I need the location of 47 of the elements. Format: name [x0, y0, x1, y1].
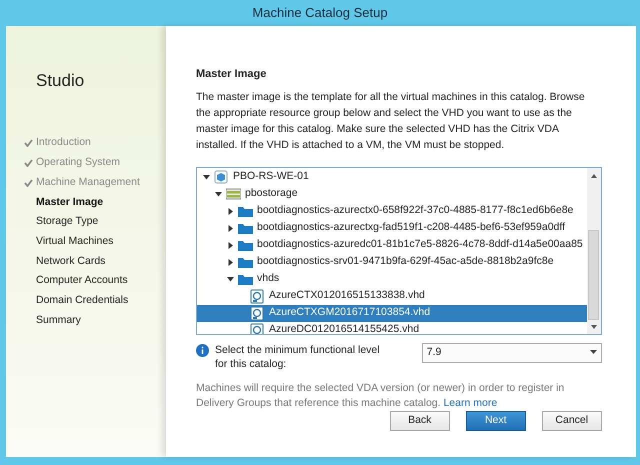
- tree-item[interactable]: bootdiagnostics-azurectx0-658f922f-37c0-4885-8177-f8c1ed6b6e8e: [197, 202, 587, 220]
- section-heading: Master Image: [196, 67, 268, 82]
- expand-arrow-icon[interactable]: [227, 208, 234, 214]
- primary-button[interactable]: Next: [466, 410, 526, 430]
- level-label: Select the minimum functional level for this catalog:: [215, 342, 381, 370]
- expand-arrow-icon[interactable]: [227, 224, 234, 232]
- scrollbar[interactable]: [586, 168, 601, 334]
- tree-item[interactable]: pbostorage: [197, 186, 587, 202]
- collapse-arrow-icon[interactable]: [203, 174, 210, 180]
- tree-item[interactable]: bootdiagnostics-azuredc01-81b1c7e5-8826-4c78-8ddf-d14a5e00aa85: [197, 236, 587, 254]
- note-text: Machines will require the selected VDA version (or newer) in order to register in Delivery Groups that reference this machine catalog. Learn more: [196, 380, 566, 410]
- tree-item[interactable]: AzureDC012016514155425.vhd: [197, 322, 587, 334]
- checkmark-icon: [24, 178, 33, 187]
- collapse-arrow-icon[interactable]: [215, 190, 222, 198]
- wizard-step[interactable]: Network Cards: [36, 252, 166, 272]
- scroll-down-icon[interactable]: [590, 322, 598, 330]
- tree-item[interactable]: PBO-RS-WE-01: [197, 168, 587, 186]
- scroll-thumb[interactable]: [588, 230, 600, 320]
- wizard-step[interactable]: Domain Credentials: [36, 291, 166, 311]
- learn-more-link[interactable]: Learn more: [443, 396, 498, 408]
- wizard-step[interactable]: Summary: [36, 310, 166, 330]
- caret-icon: [590, 350, 597, 355]
- expand-arrow-icon[interactable]: [227, 242, 234, 248]
- storage-icon: [226, 186, 241, 202]
- level-dropdown[interactable]: 7.9: [422, 342, 602, 362]
- expand-arrow-icon[interactable]: [227, 258, 234, 266]
- wizard-step[interactable]: Master Image: [36, 192, 166, 212]
- tree-item[interactable]: AzureCTXGM2016717103854.vhd: [197, 304, 587, 322]
- checkmark-icon: [24, 159, 33, 168]
- info-icon: [196, 344, 209, 356]
- collapse-arrow-icon[interactable]: [227, 276, 234, 282]
- secondary-button[interactable]: Back: [390, 410, 450, 430]
- tree-item[interactable]: AzureCTX012016515133838.vhd: [197, 288, 587, 304]
- wizard-step[interactable]: Storage Type: [36, 212, 166, 232]
- window-title: Machine Catalog Setup: [251, 4, 389, 22]
- secondary-button[interactable]: Cancel: [542, 410, 602, 430]
- description-text: The master image is the template for all the virtual machines in this catalog. Browse the appropriate resource group below and select the VHD you want to use as the master image for this catalog. Make sure the selected VHD has the Citrix VDA installed. If the VHD is attached to a VM, the VM must be stopped.: [196, 90, 586, 152]
- tree-item[interactable]: bootdiagnostics-azurectxg-fad519f1-c208-4485-bef6-53ef959a0dff: [197, 220, 587, 236]
- checkmark-icon: [24, 139, 33, 148]
- tree-item[interactable]: bootdiagnostics-srv01-9471b9fa-629f-45ac-a5de-8818b2a9fc8e: [197, 254, 587, 270]
- scroll-up-icon[interactable]: [590, 172, 598, 180]
- wizard-step[interactable]: Computer Accounts: [36, 271, 166, 291]
- wizard-step[interactable]: Virtual Machines: [36, 232, 166, 252]
- tree-item[interactable]: vhds: [197, 270, 587, 288]
- sidebar-title: Studio: [36, 70, 86, 92]
- cube-icon: [214, 170, 229, 184]
- dropdown-value: 7.9: [426, 344, 442, 360]
